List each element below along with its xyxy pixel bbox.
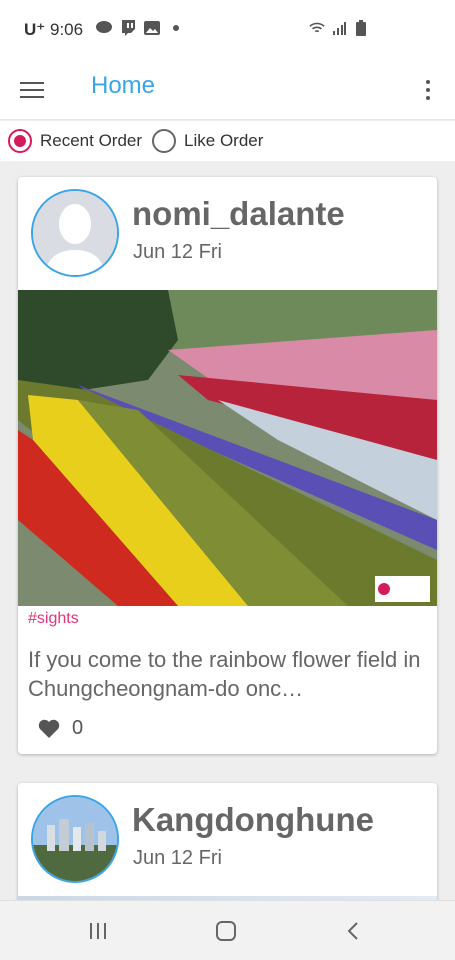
twitch-icon — [120, 20, 136, 36]
status-time: U⁺ 9:06 — [24, 20, 83, 40]
menu-icon[interactable] — [20, 74, 52, 106]
system-icons — [309, 20, 369, 36]
battery-icon — [353, 20, 369, 36]
image-icon — [144, 20, 160, 36]
like-order-label[interactable]: Like Order — [184, 131, 263, 151]
avatar[interactable] — [31, 795, 119, 883]
status-bar: U⁺ 9:06 — [0, 0, 455, 60]
like-count: 0 — [72, 717, 84, 739]
sort-filter: Recent Order Like Order — [0, 121, 455, 161]
post-username[interactable]: nomi_dalante — [132, 195, 345, 233]
recent-apps-icon[interactable] — [88, 922, 108, 940]
home-button[interactable] — [211, 916, 241, 946]
page-title: Home — [91, 72, 156, 99]
back-button[interactable] — [338, 916, 368, 946]
post-card[interactable]: nomi_dalante Jun 12 Fri #sights If you c… — [18, 177, 437, 754]
post-tag[interactable]: #sights — [28, 610, 79, 628]
clock-label: 9:06 — [49, 20, 84, 39]
talk-icon — [96, 20, 112, 36]
app-bar: Home — [0, 60, 455, 120]
like-button[interactable]: 0 — [38, 717, 83, 740]
recent-order-label[interactable]: Recent Order — [40, 131, 142, 151]
post-username[interactable]: Kangdonghune — [132, 801, 374, 839]
avatar[interactable] — [31, 189, 119, 277]
wifi-icon — [309, 20, 325, 36]
heart-icon[interactable] — [38, 719, 60, 739]
back-chevron-icon[interactable] — [346, 921, 360, 941]
carrier-label: U⁺ — [24, 20, 46, 39]
system-nav-bar — [0, 900, 455, 960]
home-icon[interactable] — [215, 920, 237, 942]
post-date: Jun 12 Fri — [133, 241, 222, 263]
post-text[interactable]: If you come to the rainbow flower field … — [28, 645, 428, 703]
post-date: Jun 12 Fri — [133, 847, 222, 869]
post-image[interactable] — [18, 290, 437, 606]
recent-apps-button[interactable] — [83, 916, 113, 946]
dot-icon — [168, 20, 184, 36]
default-person-icon — [33, 191, 117, 275]
like-order-radio[interactable]: Like Order — [152, 129, 263, 153]
radio-checked-icon[interactable] — [8, 129, 32, 153]
radio-unchecked-icon[interactable] — [152, 129, 177, 153]
city-photo-icon — [33, 797, 117, 881]
recent-order-radio[interactable]: Recent Order — [8, 129, 142, 153]
signal-icon — [331, 20, 347, 36]
more-options-icon[interactable] — [421, 74, 435, 106]
notification-icons — [96, 20, 184, 36]
